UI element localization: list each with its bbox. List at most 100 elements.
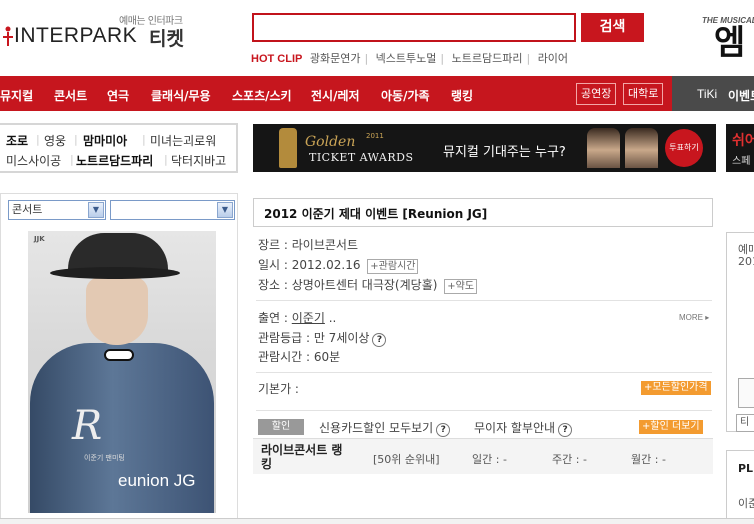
hotclip-link[interactable]: 광화문연가 xyxy=(310,52,361,65)
map-link[interactable]: +약도 xyxy=(444,279,478,294)
help-icon[interactable]: ? xyxy=(372,333,387,347)
more-link[interactable]: MORE ▸ xyxy=(679,313,709,322)
logo-text: INTERPARK xyxy=(14,24,138,47)
poster-subtitle: 이준기 팬미팅 xyxy=(84,454,125,462)
installment-label: 무이자 할부안내 xyxy=(474,421,556,435)
detail-title-bar: 2012 이준기 제대 이벤트 [Reunion JG] xyxy=(253,198,713,227)
info-date-row: 일시 : 2012.02.16 +관람시간 xyxy=(258,256,419,274)
booking-side-date: 201 xyxy=(738,255,754,268)
card-discount-link[interactable]: 신용카드할인 모두보기? xyxy=(319,419,451,437)
keyword-link[interactable]: 영웅 xyxy=(44,132,66,149)
nav-item-concert[interactable]: 콘서트 xyxy=(54,87,87,104)
nav-box-venue[interactable]: 공연장 xyxy=(576,83,617,105)
cast-more: .. xyxy=(324,311,337,325)
divider: | xyxy=(36,133,40,146)
banner-year: 2011 xyxy=(366,132,384,140)
banner-photo xyxy=(625,128,658,168)
poster-figure-face xyxy=(86,277,148,345)
divider: | xyxy=(364,52,369,65)
cast-link[interactable]: 이준기 xyxy=(292,311,325,325)
genre-select-value: 콘서트 xyxy=(12,203,43,216)
divider: | xyxy=(70,153,74,166)
hotclip-label: HOT CLIP xyxy=(251,53,303,65)
banner-golden: Golden xyxy=(305,134,356,150)
chevron-down-icon: ▼ xyxy=(217,202,233,218)
side-tab[interactable]: 티 xyxy=(736,414,754,432)
ranking-title: 라이브콘서트 랭킹 xyxy=(261,443,343,471)
info-age: 관람등급 : 만 7세이상 xyxy=(258,331,370,345)
brand-big-text: 엠 xyxy=(714,23,746,63)
viewing-time-link[interactable]: +관람시간 xyxy=(367,259,419,274)
nav-tiki[interactable]: TiKi xyxy=(697,87,717,101)
logo-ticket: 티켓 xyxy=(149,28,184,50)
info-venue: 장소 : 상명아트센터 대극장(계당홀) xyxy=(258,278,438,292)
golden-ticket-awards-banner[interactable]: Golden 2011 TICKET AWARDS 뮤지컬 기대주는 누구? 투… xyxy=(253,124,716,172)
keyword-link[interactable]: 조로 xyxy=(6,132,28,149)
divider: | xyxy=(74,133,78,146)
play-side-title: PL xyxy=(738,462,754,475)
ranking-daily: 일간 : - xyxy=(472,453,507,466)
vote-button[interactable]: 투표하기 xyxy=(665,129,703,167)
side-banner[interactable]: 쉬어 스페 xyxy=(726,124,754,172)
nav-item-classic[interactable]: 클래식/무용 xyxy=(151,87,211,104)
discount-label: 할인 xyxy=(258,419,304,435)
nav-box-daehakro[interactable]: 대학로 xyxy=(623,83,664,105)
info-genre: 장르 : 라이브콘서트 xyxy=(258,238,358,252)
horizontal-scrollbar[interactable] xyxy=(0,518,754,524)
subgenre-select[interactable]: ▼ xyxy=(110,200,235,220)
booking-button[interactable] xyxy=(738,378,754,408)
all-discount-price-button[interactable]: +모든할인가격 xyxy=(641,381,711,395)
info-date: 일시 : 2012.02.16 xyxy=(258,258,361,272)
card-discount-label: 신용카드할인 모두보기 xyxy=(319,421,434,435)
play-side-box: PL 이준 xyxy=(726,450,754,524)
poster-title: eunion JG xyxy=(118,471,196,490)
help-icon[interactable]: ? xyxy=(436,423,451,437)
interpark-logo[interactable]: 예매는 인터파크 INTERPARK 티켓 xyxy=(0,0,240,60)
nav-event[interactable]: 이벤트 xyxy=(728,87,754,104)
keyword-link[interactable]: 맘마미아 xyxy=(83,132,127,149)
divider: | xyxy=(142,133,146,146)
ranking-monthly: 월간 : - xyxy=(631,453,666,466)
main-nav: 뮤지컬 콘서트 연극 클래식/무용 스포츠/스키 전시/레저 아동/가족 랭킹 … xyxy=(0,76,754,111)
search-input[interactable] xyxy=(252,13,576,42)
poster-figure-hat-brim xyxy=(50,267,180,279)
hotclip-link[interactable]: 라이어 xyxy=(538,52,568,65)
banner-question: 뮤지컬 기대주는 누구? xyxy=(443,145,566,160)
banner-ticket-awards: TICKET AWARDS xyxy=(309,151,414,164)
ranking-range: [50위 순위내] xyxy=(373,453,440,466)
the-musical-banner[interactable]: THE MUSICAL 엠 xyxy=(700,14,754,66)
nav-item-kids[interactable]: 아동/가족 xyxy=(381,87,430,104)
poster-image: JJK 이준기 팬미팅 R eunion JG xyxy=(28,231,216,513)
help-icon[interactable]: ? xyxy=(558,423,573,437)
popular-keywords: 조로 | 영웅 | 맘마미아 | 미녀는괴로워 미스사이공 | 노트르담드파리 … xyxy=(0,123,238,173)
hotclip-link[interactable]: 노트르담드파리 xyxy=(452,52,523,65)
info-cast-row: 출연 : 이준기 .. xyxy=(258,309,336,326)
play-side-text: 이준 xyxy=(738,497,754,510)
genre-select[interactable]: 콘서트 ▼ xyxy=(8,200,106,220)
ranking-weekly: 주간 : - xyxy=(552,453,587,466)
nav-item-musical[interactable]: 뮤지컬 xyxy=(0,87,33,104)
more-link-label: MORE xyxy=(679,313,703,322)
price-label: 기본가 : xyxy=(258,382,299,396)
nav-item-sports[interactable]: 스포츠/스키 xyxy=(232,87,292,104)
hotclip-link[interactable]: 넥스트투노멀 xyxy=(376,52,437,65)
logo-mark-icon xyxy=(3,26,13,46)
search-button[interactable]: 검색 xyxy=(581,13,644,42)
keyword-link[interactable]: 미스사이공 xyxy=(6,152,61,169)
keyword-link[interactable]: 닥터지바고 xyxy=(171,152,226,169)
divider xyxy=(256,300,712,301)
divider xyxy=(256,372,712,373)
side-banner-subtext: 스페 xyxy=(732,156,751,167)
banner-photo xyxy=(587,128,620,168)
keyword-link[interactable]: 노트르담드파리 xyxy=(76,152,153,169)
nav-item-ranking[interactable]: 랭킹 xyxy=(451,87,473,104)
nav-item-theater[interactable]: 연극 xyxy=(107,87,129,104)
more-discount-button[interactable]: +할인 더보기 xyxy=(639,420,703,434)
nav-item-exhibition[interactable]: 전시/레저 xyxy=(311,87,360,104)
poster-logo: JJK xyxy=(34,235,45,243)
divider: | xyxy=(526,52,531,65)
discount-bar: 할인 신용카드할인 모두보기? 무이자 할부안내? +할인 더보기 xyxy=(255,417,713,437)
keyword-link[interactable]: 미녀는괴로워 xyxy=(150,132,216,149)
installment-link[interactable]: 무이자 할부안내? xyxy=(474,419,573,437)
page-title: 2012 이준기 제대 이벤트 [Reunion JG] xyxy=(264,207,488,221)
